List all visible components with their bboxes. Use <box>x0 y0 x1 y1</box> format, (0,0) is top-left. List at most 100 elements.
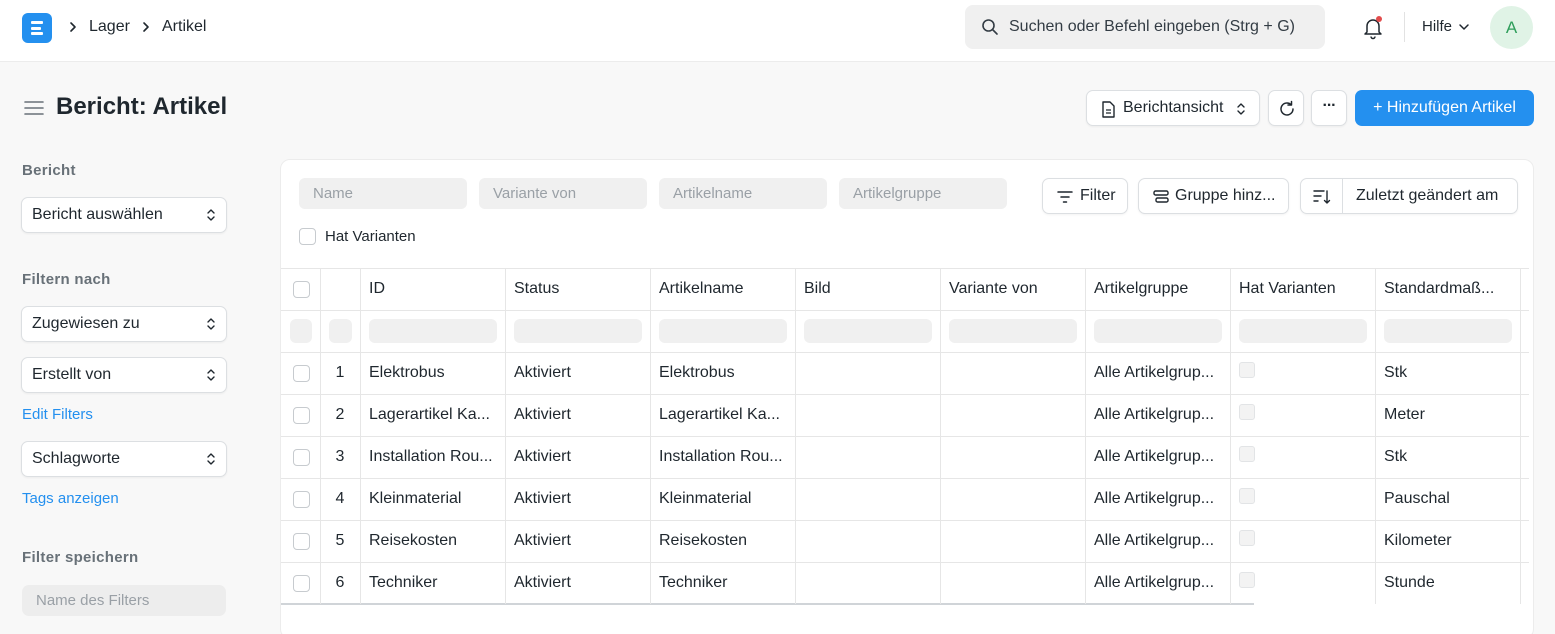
cell-default-uom[interactable]: Stk <box>1384 364 1512 382</box>
column-header-item-group[interactable]: Artikelgruppe <box>1094 280 1222 298</box>
row-number: 1 <box>335 364 345 381</box>
search-bar[interactable]: Suchen oder Befehl eingeben (Strg + G) <box>965 5 1325 49</box>
cell-item-group[interactable]: Alle Artikelgrup... <box>1094 364 1222 382</box>
item-group-filter-input[interactable]: Artikelgruppe <box>839 178 1007 209</box>
refresh-icon <box>1278 100 1296 118</box>
cell-id[interactable]: Techniker <box>369 574 497 592</box>
cell-status[interactable]: Aktiviert <box>514 490 642 508</box>
row-checkbox[interactable] <box>293 365 310 382</box>
row-checkbox[interactable] <box>293 449 310 466</box>
row-number: 4 <box>335 490 345 507</box>
help-menu[interactable]: Hilfe <box>1422 18 1452 35</box>
cell-item-group[interactable]: Alle Artikelgrup... <box>1094 532 1222 550</box>
column-header-default-uom[interactable]: Standardmaß... <box>1384 280 1512 298</box>
cell-default-uom[interactable]: Pauschal <box>1384 490 1512 508</box>
filter-button[interactable]: Filter <box>1042 178 1128 214</box>
search-icon <box>981 18 999 36</box>
column-header-variant-of[interactable]: Variante von <box>949 280 1077 298</box>
avatar[interactable]: A <box>1490 6 1533 49</box>
add-item-button[interactable]: + Hinzufügen Artikel <box>1355 90 1534 126</box>
cell-default-uom[interactable]: Stk <box>1384 448 1512 466</box>
column-header-id[interactable]: ID <box>369 280 497 298</box>
cell-id[interactable]: Elektrobus <box>369 364 497 382</box>
cell-item-group[interactable]: Alle Artikelgrup... <box>1094 448 1222 466</box>
item-name-filter-input[interactable]: Artikelname <box>659 178 827 209</box>
chevron-right-icon <box>141 18 151 36</box>
cell-item-name[interactable]: Installation Rou... <box>659 448 787 466</box>
show-tags-link[interactable]: Tags anzeigen <box>22 490 119 507</box>
cell-item-group[interactable]: Alle Artikelgrup... <box>1094 406 1222 424</box>
notification-dot <box>1376 16 1382 22</box>
column-filter-id[interactable] <box>369 319 497 343</box>
row-filter-check <box>290 319 312 343</box>
column-filter-has-variants[interactable] <box>1239 319 1367 343</box>
select-all-checkbox[interactable] <box>293 281 310 298</box>
cell-status[interactable]: Aktiviert <box>514 448 642 466</box>
view-switcher-button[interactable]: Berichtansicht <box>1086 90 1260 126</box>
save-filter-label: Filter speichern <box>22 549 139 566</box>
cell-item-name[interactable]: Kleinmaterial <box>659 490 787 508</box>
column-header-has-variants[interactable]: Hat Varianten <box>1239 280 1367 298</box>
assigned-to-select[interactable]: Zugewiesen zu <box>21 306 227 342</box>
filter-name-input[interactable] <box>22 585 226 616</box>
column-filter-item-group[interactable] <box>1094 319 1222 343</box>
sort-control: Zuletzt geändert am <box>1300 178 1518 214</box>
cell-id[interactable]: Reisekosten <box>369 532 497 550</box>
edit-filters-link[interactable]: Edit Filters <box>22 406 93 423</box>
column-filter-status[interactable] <box>514 319 642 343</box>
column-filter-default-uom[interactable] <box>1384 319 1512 343</box>
sort-field-button[interactable]: Zuletzt geändert am <box>1356 187 1498 205</box>
refresh-button[interactable] <box>1268 90 1304 126</box>
cell-has-variants-checkbox <box>1239 488 1255 504</box>
breadcrumb-lager[interactable]: Lager <box>89 18 130 36</box>
cell-item-group[interactable]: Alle Artikelgrup... <box>1094 574 1222 592</box>
column-header-status[interactable]: Status <box>514 280 642 298</box>
variant-of-filter-input[interactable]: Variante von <box>479 178 647 209</box>
cell-id[interactable]: Installation Rou... <box>369 448 497 466</box>
row-checkbox[interactable] <box>293 575 310 592</box>
column-filter-image[interactable] <box>804 319 932 343</box>
cell-status[interactable]: Aktiviert <box>514 364 642 382</box>
column-header-item-name[interactable]: Artikelname <box>659 280 787 298</box>
group-by-button[interactable]: Gruppe hinz... <box>1138 178 1289 214</box>
cell-status[interactable]: Aktiviert <box>514 532 642 550</box>
filter-by-label: Filtern nach <box>22 271 111 288</box>
column-filter-item-name[interactable] <box>659 319 787 343</box>
cell-default-uom[interactable]: Kilometer <box>1384 532 1512 550</box>
cell-item-name[interactable]: Techniker <box>659 574 787 592</box>
chevron-down-icon <box>1458 22 1470 32</box>
cell-item-name[interactable]: Reisekosten <box>659 532 787 550</box>
sort-icon <box>1313 189 1331 205</box>
select-arrows-icon <box>1236 102 1246 116</box>
sort-direction-button[interactable] <box>1301 179 1343 213</box>
navbar: Lager Artikel Suchen oder Befehl eingebe… <box>0 0 1555 62</box>
report-select[interactable]: Bericht auswählen <box>21 197 227 233</box>
column-header-image[interactable]: Bild <box>804 280 932 298</box>
cell-id[interactable]: Kleinmaterial <box>369 490 497 508</box>
more-button[interactable]: ··· <box>1311 90 1347 126</box>
cell-status[interactable]: Aktiviert <box>514 406 642 424</box>
cell-item-name[interactable]: Lagerartikel Ka... <box>659 406 787 424</box>
cell-item-name[interactable]: Elektrobus <box>659 364 787 382</box>
has-variants-checkbox[interactable] <box>299 228 316 245</box>
name-filter-input[interactable]: Name <box>299 178 467 209</box>
row-checkbox[interactable] <box>293 407 310 424</box>
cell-id[interactable]: Lagerartikel Ka... <box>369 406 497 424</box>
cell-item-group[interactable]: Alle Artikelgrup... <box>1094 490 1222 508</box>
breadcrumb-artikel[interactable]: Artikel <box>162 18 206 36</box>
created-by-select[interactable]: Erstellt von <box>21 357 227 393</box>
report-card: Name Variante von Artikelname Artikelgru… <box>280 159 1534 634</box>
cell-status[interactable]: Aktiviert <box>514 574 642 592</box>
row-checkbox[interactable] <box>293 491 310 508</box>
column-filter-variant-of[interactable] <box>949 319 1077 343</box>
hamburger-icon[interactable] <box>24 100 44 116</box>
row-filter-index <box>329 319 352 343</box>
page-title: Bericht: Artikel <box>56 93 228 120</box>
row-checkbox[interactable] <box>293 533 310 550</box>
group-by-label: Gruppe hinz... <box>1175 187 1276 204</box>
cell-default-uom[interactable]: Meter <box>1384 406 1512 424</box>
app-logo-icon[interactable] <box>22 13 52 43</box>
cell-default-uom[interactable]: Stunde <box>1384 574 1512 592</box>
tags-select[interactable]: Schlagworte <box>21 441 227 477</box>
has-variants-label: Hat Varianten <box>325 228 416 245</box>
